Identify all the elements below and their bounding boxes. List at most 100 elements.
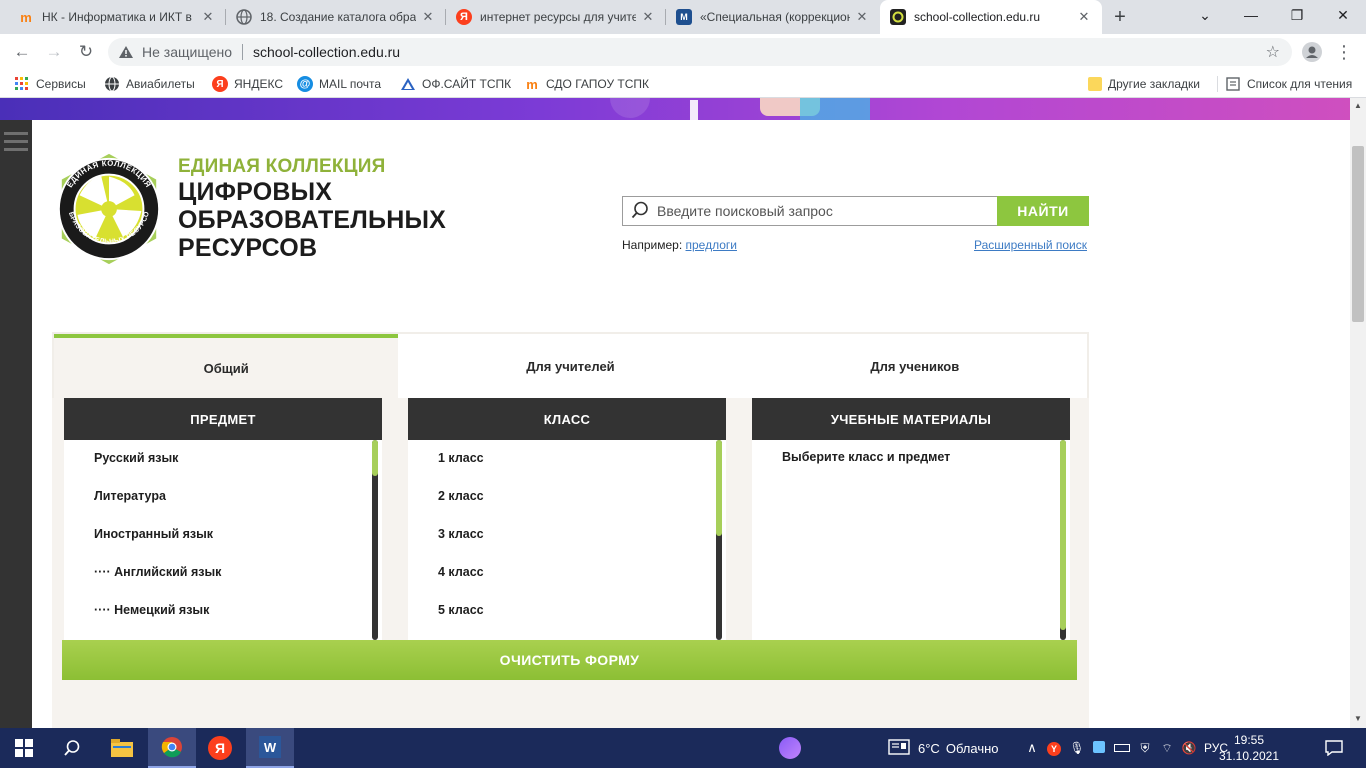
word-icon[interactable]: W (246, 728, 294, 768)
scroll-up-icon[interactable]: ▲ (1354, 101, 1362, 110)
file-explorer-icon[interactable] (98, 728, 146, 768)
bookmark-label: Список для чтения (1247, 77, 1353, 91)
web-viewport: ЕДИНАЯ КОЛЛЕКЦИЯ ОБРАЗОВАТЕЛЬНЫХ РЕСУРСО… (0, 98, 1366, 728)
tab-school-collection[interactable]: school-collection.edu.ru ✕ (880, 0, 1102, 34)
bookmark-yandex[interactable]: Я ЯНДЕКС (212, 70, 283, 98)
forward-arrow-icon[interactable]: → (42, 41, 66, 63)
bookmark-other[interactable]: Другие закладки (1088, 70, 1200, 98)
search-icon (631, 201, 649, 222)
search-bar: НАЙТИ (622, 196, 1089, 226)
tab-search-button[interactable]: ⌄ (1182, 0, 1228, 30)
url-text[interactable]: school-collection.edu.ru (253, 44, 400, 60)
brand-title-line: ЦИФРОВЫХ (178, 178, 333, 206)
search-button[interactable]: НАЙТИ (997, 196, 1089, 226)
list-item[interactable]: ···· Английский язык (64, 554, 382, 592)
grade-column: КЛАСС 1 класс 2 класс 3 класс 4 класс 5 … (408, 398, 726, 640)
bookmark-sdo-tspk[interactable]: m СДО ГАПОУ ТСПК (524, 70, 649, 98)
minimize-button[interactable]: — (1228, 0, 1274, 30)
restore-button[interactable]: ❐ (1274, 0, 1320, 30)
example-link[interactable]: предлоги (686, 238, 737, 252)
security-icon[interactable]: ⛨ (1134, 741, 1156, 756)
tab-for-teachers[interactable]: Для учителей (398, 334, 742, 398)
scroll-down-icon[interactable]: ▼ (1354, 714, 1362, 723)
promo-banner[interactable] (0, 98, 1350, 120)
warning-triangle-icon[interactable] (118, 44, 134, 60)
hamburger-menu-icon[interactable] (4, 132, 28, 156)
list-item[interactable]: Литература (64, 478, 382, 516)
yandex-tray-icon[interactable]: Y (1042, 741, 1066, 756)
close-icon[interactable]: ✕ (854, 9, 870, 25)
bookmark-star-icon[interactable]: ☆ (1266, 42, 1280, 62)
scrollbar[interactable] (716, 440, 722, 640)
list-item[interactable]: Иностранный язык (64, 516, 382, 554)
list-item[interactable]: Русский язык (64, 440, 382, 478)
scrollbar-thumb[interactable] (716, 440, 722, 536)
banner-decoration (800, 98, 870, 120)
search-input[interactable] (657, 203, 987, 219)
tab-special-education[interactable]: М «Специальная (коррекцион ✕ (666, 0, 880, 34)
brand-title-line: ОБРАЗОВАТЕЛЬНЫХ (178, 206, 447, 234)
browser-menu-icon[interactable]: ⋮ (1334, 40, 1354, 64)
scrollbar[interactable] (372, 440, 378, 640)
volume-mute-icon[interactable]: 🔇 (1178, 741, 1200, 755)
subject-header: ПРЕДМЕТ (64, 398, 382, 440)
chrome-icon[interactable] (148, 728, 196, 768)
chevron-up-icon[interactable]: ∧ (1022, 740, 1042, 756)
scrollbar-thumb[interactable] (1060, 440, 1066, 630)
new-tab-button[interactable]: + (1108, 5, 1132, 29)
close-icon[interactable]: ✕ (1076, 9, 1092, 25)
battery-icon[interactable] (1110, 741, 1134, 755)
list-item[interactable]: 3 класс (408, 516, 726, 554)
bookmark-label: Авиабилеты (126, 77, 195, 91)
collection-logo[interactable]: ЕДИНАЯ КОЛЛЕКЦИЯ ОБРАЗОВАТЕЛЬНЫХ РЕСУРСО… (50, 150, 168, 268)
brand-title-line: РЕСУРСОВ (178, 234, 318, 262)
bookmark-mail[interactable]: @ MAIL почта (297, 70, 381, 98)
page-scrollbar[interactable]: ▲ ▼ (1350, 98, 1366, 728)
reading-list[interactable]: Список для чтения (1225, 70, 1352, 98)
tab-title: «Специальная (коррекцион (700, 10, 850, 24)
profile-avatar[interactable] (1302, 42, 1322, 62)
microphone-icon[interactable]: 🎙 (1066, 741, 1088, 755)
tab-general[interactable]: Общий (54, 334, 399, 398)
advanced-search-link[interactable]: Расширенный поиск (974, 238, 1087, 252)
weather-widget[interactable]: 6°C Облачно (888, 728, 999, 768)
yandex-icon: Я (212, 76, 228, 92)
list-item[interactable]: 2 класс (408, 478, 726, 516)
notifications-icon[interactable] (1310, 728, 1358, 768)
list-item[interactable]: ···· Немецкий язык (64, 592, 382, 630)
windows-start-icon[interactable] (0, 728, 48, 768)
tab-internet-resources[interactable]: Я интернет ресурсы для учите ✕ (446, 0, 666, 34)
folder-icon (1088, 77, 1102, 91)
subject-column: ПРЕДМЕТ Русский язык Литература Иностран… (64, 398, 382, 640)
globe-icon (236, 9, 252, 25)
search-icon[interactable] (48, 728, 96, 768)
list-item[interactable]: 5 класс (408, 592, 726, 630)
search-field[interactable] (622, 196, 997, 226)
alice-assistant-icon[interactable] (766, 728, 814, 768)
close-icon[interactable]: ✕ (200, 9, 216, 25)
list-item[interactable]: 4 класс (408, 554, 726, 592)
address-bar[interactable]: Не защищено school-collection.edu.ru ☆ (108, 38, 1292, 66)
clock[interactable]: 19:55 31.10.2021 (1214, 732, 1284, 764)
scrollbar-thumb[interactable] (372, 440, 378, 476)
list-item[interactable]: 1 класс (408, 440, 726, 478)
close-icon[interactable]: ✕ (640, 9, 656, 25)
clear-form-button[interactable]: ОЧИСТИТЬ ФОРМУ (62, 640, 1077, 680)
tab-for-students[interactable]: Для учеников (743, 334, 1087, 398)
catalog-panel: Общий Для учителей Для учеников ПРЕДМЕТ … (52, 332, 1089, 728)
close-icon[interactable]: ✕ (420, 9, 436, 25)
scrollbar-thumb[interactable] (1352, 146, 1364, 322)
wifi-icon[interactable]: ⌔ (1156, 741, 1178, 756)
address-divider (242, 44, 243, 60)
close-window-button[interactable]: ✕ (1320, 0, 1366, 30)
back-arrow-icon[interactable]: ← (10, 41, 34, 63)
bookmark-services[interactable]: Сервисы (14, 70, 86, 98)
bookmark-tspk-site[interactable]: ОФ.САЙТ ТСПК (400, 70, 511, 98)
yandex-browser-icon[interactable]: Я (196, 728, 244, 768)
tab-catalog[interactable]: 18. Создание каталога обра ✕ (226, 0, 446, 34)
scrollbar[interactable] (1060, 440, 1066, 640)
reload-icon[interactable]: ↻ (74, 41, 98, 63)
bookmark-aviabilety[interactable]: Авиабилеты (104, 70, 195, 98)
tab-informatika[interactable]: m НК - Информатика и ИКТ в ✕ (8, 0, 226, 34)
network-tray-icon[interactable] (1088, 740, 1110, 756)
